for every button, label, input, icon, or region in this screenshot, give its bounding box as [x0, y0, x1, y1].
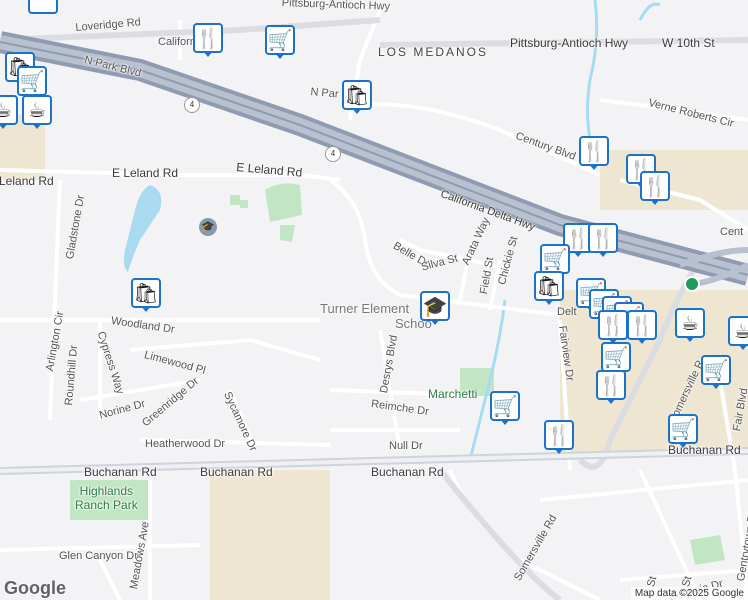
- grocery-pin[interactable]: 🛒: [668, 414, 698, 448]
- school-pin[interactable]: 🎓: [420, 291, 450, 325]
- fork-knife-icon: 🍴: [598, 310, 628, 340]
- shopping-pin[interactable]: 🛍: [342, 80, 372, 114]
- restaurant-pin[interactable]: 🍴: [579, 136, 609, 170]
- shopping-pin[interactable]: 🛍: [131, 278, 161, 312]
- canal: [638, 2, 661, 21]
- road-label-n-park: N Par: [309, 86, 340, 101]
- road-label-null-dr: Null Dr: [389, 440, 423, 452]
- restaurant-pin[interactable]: 🍴: [627, 310, 657, 344]
- cafe-pin[interactable]: ☕: [22, 95, 52, 129]
- cafe-pin[interactable]: ☕: [675, 308, 705, 342]
- commercial-area: [210, 470, 330, 600]
- place-label-turner-school[interactable]: Turner Element: [320, 301, 409, 316]
- google-logo[interactable]: Google: [4, 578, 66, 599]
- fork-knife-icon: 🍴: [640, 171, 670, 201]
- park-name-line1: Highlands: [79, 484, 134, 498]
- road-label-buchanan-rd: Buchanan Rd: [200, 465, 273, 479]
- park-name-line2: Ranch Park: [75, 498, 138, 512]
- restaurant-pin[interactable]: 🍴: [598, 310, 628, 344]
- road-label-buchanan-rd: Buchanan Rd: [84, 465, 157, 479]
- coffee-icon: ☕: [22, 95, 52, 125]
- place-label-highlands-ranch-park[interactable]: Highlands Ranch Park: [75, 484, 138, 512]
- road-label-delta: Delt: [557, 306, 577, 318]
- coffee-icon: ☕: [0, 95, 18, 125]
- fork-knife-icon: 🍴: [596, 370, 626, 400]
- map-attribution: Map data ©2025 Google: [630, 587, 748, 600]
- coffee-icon: ☕: [728, 316, 748, 346]
- bag-icon: 🛍: [342, 80, 372, 110]
- park-area: [280, 225, 295, 242]
- road-label-leland-rd: Leland Rd: [0, 174, 54, 188]
- road-label-century: Cent: [720, 226, 744, 238]
- park-area: [240, 200, 248, 208]
- park-area: [690, 535, 725, 565]
- road-label-california: Californ: [158, 36, 196, 48]
- coffee-icon: ☕: [675, 308, 705, 338]
- grocery-pin[interactable]: 🛒: [701, 355, 731, 389]
- restaurant-pin[interactable]: 🍴: [544, 420, 574, 454]
- road-label-buchanan-rd: Buchanan Rd: [371, 465, 444, 479]
- cart-icon: 🛒: [265, 25, 295, 55]
- canal: [586, 0, 599, 141]
- fork-knife-icon: 🍴: [579, 136, 609, 166]
- road-label-heatherwood-dr: Heatherwood Dr: [145, 438, 226, 450]
- restaurant-pin[interactable]: 🍴: [588, 223, 618, 257]
- cart-icon: 🛒: [601, 342, 631, 372]
- bag-icon: 🛍: [131, 278, 161, 308]
- area-label-los-medanos: LOS MEDANOS: [378, 45, 489, 59]
- cafe-pin[interactable]: ☕: [728, 316, 748, 350]
- restaurant-pin[interactable]: 🍴: [640, 171, 670, 205]
- cart-icon: 🛒: [701, 355, 731, 385]
- highway-4-shield: 4: [184, 97, 200, 113]
- fork-knife-icon: 🍴: [193, 23, 223, 53]
- fork-knife-icon: 🍴: [544, 420, 574, 450]
- road-label-glen-canyon-dr: Glen Canyon Dr: [59, 550, 138, 562]
- fork-knife-icon: 🍴: [588, 223, 618, 253]
- place-label-marchetti[interactable]: Marchetti: [428, 387, 477, 401]
- road-label-w-10th-st: W 10th St: [662, 36, 715, 50]
- school-poi-icon[interactable]: 🎓: [199, 218, 217, 236]
- map-canvas[interactable]: 4 4 LOS MEDANOS Pittsburg-Antioch Hwy Pi…: [0, 0, 748, 600]
- pin-partial[interactable]: [28, 0, 58, 14]
- cart-icon: 🛒: [490, 391, 520, 421]
- transit-station-icon[interactable]: [684, 276, 700, 292]
- road-label-e-leland-rd: E Leland Rd: [112, 166, 179, 180]
- park-area: [230, 195, 240, 205]
- bag-icon: 🛍: [534, 271, 564, 301]
- restaurant-pin[interactable]: 🍴: [596, 370, 626, 404]
- restaurant-pin[interactable]: 🍴: [193, 23, 223, 57]
- cart-icon: 🛒: [17, 66, 47, 96]
- grocery-pin[interactable]: 🛒: [490, 391, 520, 425]
- grocery-pin[interactable]: 🛒: [265, 25, 295, 59]
- lake: [124, 185, 162, 272]
- fork-knife-icon: 🍴: [627, 310, 657, 340]
- school-icon: 🎓: [420, 291, 450, 321]
- road-label-pittsburg-antioch-hwy: Pittsburg-Antioch Hwy: [510, 36, 629, 50]
- cart-icon: 🛒: [668, 414, 698, 444]
- cart-icon: 🛒: [540, 244, 570, 274]
- shopping-pin[interactable]: 🛍: [534, 271, 564, 305]
- highway-4-shield: 4: [325, 146, 341, 162]
- cafe-pin[interactable]: ☕: [0, 95, 18, 129]
- park-area: [265, 183, 302, 222]
